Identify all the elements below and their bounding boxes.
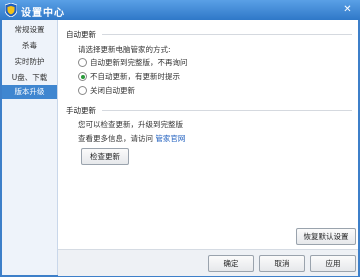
sidebar-item-antivirus[interactable]: 杀毒: [2, 39, 57, 53]
radio-button[interactable]: [78, 86, 87, 95]
sidebar-item-usb-download[interactable]: U盘、下载: [2, 71, 57, 85]
more-info-text: 查看更多信息，请访问 管家官网: [78, 133, 185, 144]
auto-update-section-title: 自动更新: [66, 30, 96, 39]
content-panel: 自动更新 请选择更新电脑管家的方式: 自动更新到完整版，不再询问 不自动更新，有…: [58, 20, 358, 249]
radio-label: 不自动更新，有更新时提示: [90, 72, 180, 81]
manual-update-desc: 您可以检查更新，升级到完整版: [78, 120, 183, 129]
window-title: 设置中心: [21, 8, 65, 19]
ok-button[interactable]: 确定: [208, 255, 254, 272]
apply-button[interactable]: 应用: [310, 255, 356, 272]
auto-update-prompt: 请选择更新电脑管家的方式:: [78, 45, 171, 54]
restore-default-button[interactable]: 恢复默认设置: [296, 228, 356, 245]
section-divider: [102, 110, 352, 111]
sidebar-item-version-upgrade[interactable]: 版本升级: [2, 85, 57, 99]
close-icon[interactable]: ✕: [341, 3, 354, 16]
title-bar: 设置中心 ✕: [0, 0, 360, 20]
shield-logo-icon: [5, 3, 17, 17]
more-info-prefix: 查看更多信息，请访问: [78, 134, 153, 143]
section-divider: [102, 34, 352, 35]
radio-label: 自动更新到完整版，不再询问: [90, 58, 188, 67]
cancel-button[interactable]: 取消: [259, 255, 305, 272]
radio-button-selected[interactable]: [78, 72, 87, 81]
settings-window: 设置中心 ✕ 常规设置 杀毒 实时防护 U盘、下载 版本升级 自动更新 请选择更…: [0, 0, 360, 277]
radio-button[interactable]: [78, 58, 87, 67]
dialog-footer: 确定 取消 应用: [58, 249, 358, 276]
official-site-link[interactable]: 管家官网: [155, 134, 185, 143]
window-body: 常规设置 杀毒 实时防护 U盘、下载 版本升级 自动更新 请选择更新电脑管家的方…: [2, 20, 358, 276]
radio-label: 关闭自动更新: [90, 86, 135, 95]
sidebar-item-realtime-protection[interactable]: 实时防护: [2, 55, 57, 69]
check-update-button[interactable]: 检查更新: [81, 148, 129, 165]
manual-update-section-title: 手动更新: [66, 106, 96, 115]
sidebar: 常规设置 杀毒 实时防护 U盘、下载 版本升级: [2, 20, 58, 275]
sidebar-item-general[interactable]: 常规设置: [2, 23, 57, 37]
